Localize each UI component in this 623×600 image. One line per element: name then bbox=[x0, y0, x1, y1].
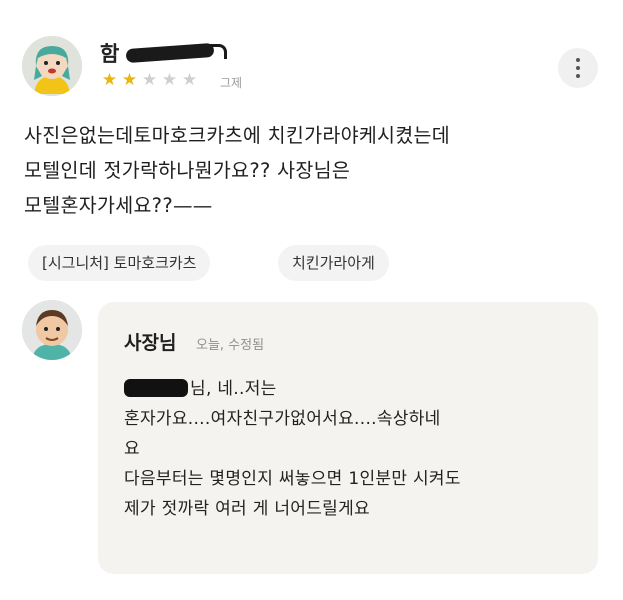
reviewer-avatar-icon bbox=[22, 36, 82, 96]
owner-avatar-icon bbox=[22, 300, 82, 360]
review-header: 함 ★ ★ ★ ★ ★ 그제 bbox=[22, 36, 602, 100]
reviewer-avatar[interactable] bbox=[22, 36, 82, 96]
star-icon: ★ bbox=[181, 70, 199, 90]
review-line: 사진은없는데토마호크카츠에 치킨가라야케시켰는데 bbox=[24, 124, 451, 147]
star-icon: ★ bbox=[161, 70, 179, 90]
more-vertical-icon-dot bbox=[576, 66, 580, 70]
reply-meta: 오늘, 수정됨 bbox=[196, 338, 265, 353]
reply-line: 요 bbox=[124, 439, 140, 459]
name-redaction bbox=[125, 42, 215, 64]
reply-line: 다음부터는 몇명인지 써놓으면 1인분만 시켜도 bbox=[124, 469, 461, 489]
name-redaction bbox=[124, 379, 188, 397]
reply-line: 님, 네..저는 bbox=[124, 374, 594, 404]
review-date: 그제 bbox=[220, 76, 243, 90]
owner-reply: 사장님 오늘, 수정됨 님, 네..저는 혼자가요....여자친구가없어서요..… bbox=[98, 302, 598, 574]
menu-tag[interactable]: [시그니처] 토마호크카츠 bbox=[28, 245, 211, 281]
review-line: 모텔인데 젓가락하나뭔가요?? 사장님은 bbox=[24, 159, 351, 182]
owner-avatar[interactable] bbox=[22, 300, 82, 360]
review-line: 모텔혼자가세요??—— bbox=[24, 194, 213, 217]
menu-tag[interactable]: 치킨가라아게 bbox=[278, 245, 389, 281]
reply-author: 사장님 bbox=[124, 332, 177, 354]
name-redaction-tail bbox=[208, 44, 227, 59]
reply-line: 제가 젓까락 여러 게 너어드릴게요 bbox=[124, 499, 370, 519]
reply-line: 혼자가요....여자친구가없어서요....속상하네 bbox=[124, 409, 441, 429]
more-options-button[interactable] bbox=[558, 48, 598, 88]
star-rating: ★ ★ ★ ★ ★ bbox=[100, 70, 200, 90]
reply-line-text: 님, 네..저는 bbox=[190, 379, 277, 399]
star-icon: ★ bbox=[121, 70, 139, 90]
more-vertical-icon-dot bbox=[576, 74, 580, 78]
reply-body: 님, 네..저는 혼자가요....여자친구가없어서요....속상하네 요 다음부… bbox=[124, 374, 594, 524]
more-vertical-icon bbox=[576, 58, 580, 62]
review-body: 사진은없는데토마호크카츠에 치킨가라야케시켰는데 모텔인데 젓가락하나뭔가요??… bbox=[24, 118, 594, 223]
reviewer-name[interactable]: 함 bbox=[100, 38, 119, 68]
star-icon: ★ bbox=[101, 70, 119, 90]
star-icon: ★ bbox=[141, 70, 159, 90]
